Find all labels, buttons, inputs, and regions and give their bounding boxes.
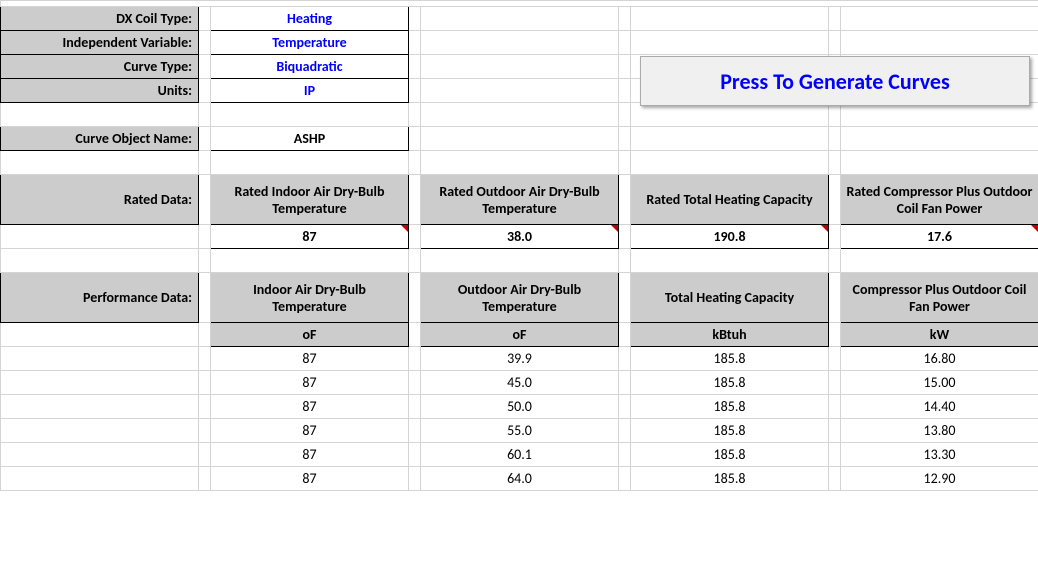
table-row: 87 64.0 185.8 12.90 [1, 467, 1038, 491]
table-row: 87 39.9 185.8 16.80 [1, 347, 1038, 371]
perf-header-capacity: Total Heating Capacity [631, 273, 829, 323]
curve-obj-value[interactable]: ASHP [211, 127, 409, 151]
rated-header-capacity: Rated Total Heating Capacity [631, 175, 829, 225]
perf-indoor[interactable]: 87 [211, 347, 409, 371]
curve-type-value[interactable]: Biquadratic [211, 55, 409, 79]
table-row: 87 50.0 185.8 14.40 [1, 395, 1038, 419]
generate-curves-button[interactable]: Press To Generate Curves [640, 56, 1030, 106]
perf-capacity[interactable]: 185.8 [631, 419, 829, 443]
perf-power[interactable]: 16.80 [841, 347, 1038, 371]
perf-header-power: Compressor Plus Outdoor Coil Fan Power [841, 273, 1038, 323]
perf-capacity[interactable]: 185.8 [631, 467, 829, 491]
perf-outdoor[interactable]: 45.0 [421, 371, 619, 395]
perf-indoor[interactable]: 87 [211, 467, 409, 491]
perf-outdoor[interactable]: 64.0 [421, 467, 619, 491]
rated-header-power: Rated Compressor Plus Outdoor Coil Fan P… [841, 175, 1038, 225]
perf-outdoor[interactable]: 39.9 [421, 347, 619, 371]
table-row: 87 60.1 185.8 13.30 [1, 443, 1038, 467]
rated-outdoor-value[interactable]: 38.0 [421, 225, 619, 249]
perf-unit-power: kW [841, 323, 1038, 347]
units-label: Units: [1, 79, 199, 103]
perf-header-outdoor: Outdoor Air Dry-Bulb Temperature [421, 273, 619, 323]
units-value[interactable]: IP [211, 79, 409, 103]
rated-capacity-value[interactable]: 190.8 [631, 225, 829, 249]
dx-coil-type-label: DX Coil Type: [1, 7, 199, 31]
perf-indoor[interactable]: 87 [211, 371, 409, 395]
perf-power[interactable]: 13.30 [841, 443, 1038, 467]
indep-var-value[interactable]: Temperature [211, 31, 409, 55]
dx-coil-type-value[interactable]: Heating [211, 7, 409, 31]
perf-unit-indoor: oF [211, 323, 409, 347]
rated-header-outdoor: Rated Outdoor Air Dry-Bulb Temperature [421, 175, 619, 225]
curve-obj-label: Curve Object Name: [1, 127, 199, 151]
perf-indoor[interactable]: 87 [211, 443, 409, 467]
perf-outdoor[interactable]: 50.0 [421, 395, 619, 419]
perf-power[interactable]: 13.80 [841, 419, 1038, 443]
rated-data-label: Rated Data: [1, 175, 199, 225]
perf-data-label: Performance Data: [1, 273, 199, 323]
table-row: 87 55.0 185.8 13.80 [1, 419, 1038, 443]
perf-unit-capacity: kBtuh [631, 323, 829, 347]
perf-unit-outdoor: oF [421, 323, 619, 347]
rated-header-indoor: Rated Indoor Air Dry-Bulb Temperature [211, 175, 409, 225]
perf-power[interactable]: 15.00 [841, 371, 1038, 395]
perf-capacity[interactable]: 185.8 [631, 347, 829, 371]
perf-power[interactable]: 12.90 [841, 467, 1038, 491]
perf-capacity[interactable]: 185.8 [631, 371, 829, 395]
rated-power-value[interactable]: 17.6 [841, 225, 1038, 249]
perf-power[interactable]: 14.40 [841, 395, 1038, 419]
table-row: 87 45.0 185.8 15.00 [1, 371, 1038, 395]
perf-indoor[interactable]: 87 [211, 419, 409, 443]
perf-outdoor[interactable]: 55.0 [421, 419, 619, 443]
indep-var-label: Independent Variable: [1, 31, 199, 55]
rated-indoor-value[interactable]: 87 [211, 225, 409, 249]
perf-indoor[interactable]: 87 [211, 395, 409, 419]
perf-capacity[interactable]: 185.8 [631, 395, 829, 419]
curve-type-label: Curve Type: [1, 55, 199, 79]
perf-capacity[interactable]: 185.8 [631, 443, 829, 467]
perf-outdoor[interactable]: 60.1 [421, 443, 619, 467]
perf-header-indoor: Indoor Air Dry-Bulb Temperature [211, 273, 409, 323]
